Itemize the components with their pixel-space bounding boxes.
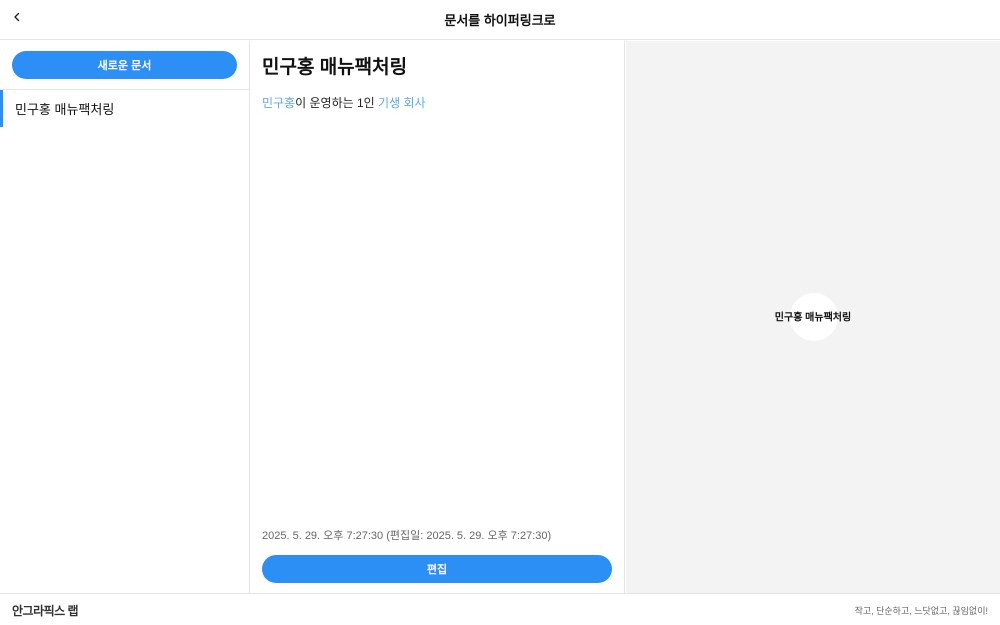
sidebar-item-document[interactable]: 민구홍 매뉴팩처링 (0, 90, 249, 127)
hyperlink-parasite-company[interactable]: 기생 회사 (378, 96, 426, 110)
document-panel: 민구홍 매뉴팩처링 민구홍이 운영하는 1인 기생 회사 2025. 5. 29… (250, 41, 625, 593)
app-window: 문서를 하이퍼링크로 새로운 문서 민구홍 매뉴팩처링 민구홍 매뉴팩처링 민구… (0, 0, 1000, 625)
back-button[interactable] (6, 8, 28, 30)
footer-logo[interactable]: 안그라픽스 랩 (12, 602, 79, 619)
sidebar-item-label: 민구홍 매뉴팩처링 (15, 102, 115, 117)
footer: 안그라픽스 랩 작고, 단순하고, 느닷없고, 끊임없이! (0, 593, 1000, 625)
chevron-left-icon (12, 10, 22, 28)
top-bar: 문서를 하이퍼링크로 (0, 0, 1000, 40)
graph-panel[interactable]: 민구홍 매뉴팩처링 (626, 41, 1000, 593)
graph-node-label: 민구홍 매뉴팩처링 (774, 312, 852, 324)
hyperlink-mingoohong[interactable]: 민구홍 (262, 96, 295, 110)
document-timestamp: 2025. 5. 29. 오후 7:27:30 (편집일: 2025. 5. 2… (262, 530, 552, 542)
footer-tagline: 작고, 단순하고, 느닷없고, 끊임없이! (854, 606, 988, 616)
new-document-button[interactable]: 새로운 문서 (12, 51, 237, 79)
document-body: 민구홍이 운영하는 1인 기생 회사 (262, 94, 426, 111)
document-title: 민구홍 매뉴팩처링 (262, 57, 408, 78)
sidebar: 새로운 문서 민구홍 매뉴팩처링 (0, 41, 250, 593)
active-indicator (0, 90, 3, 127)
page-title: 문서를 하이퍼링크로 (444, 13, 556, 28)
edit-button[interactable]: 편집 (262, 555, 612, 583)
body-text: 이 운영하는 1인 (295, 96, 379, 110)
